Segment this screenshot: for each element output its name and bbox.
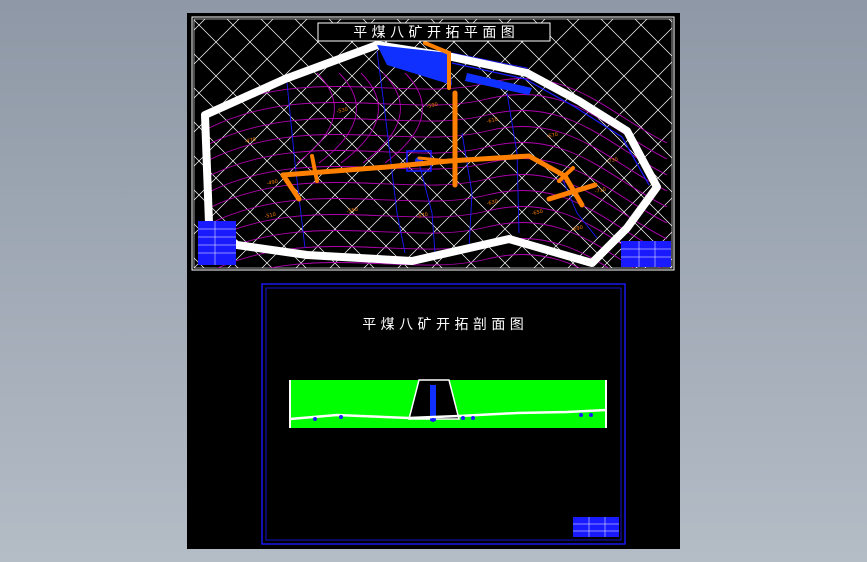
plan-view: -470-490-510-530-550-570-590-610-630-650… (191, 16, 675, 271)
plan-title-block (621, 241, 671, 267)
section-title: 平 煤 八 矿 开 拓 剖 面 图 (362, 317, 524, 333)
plan-legend-table-left (198, 221, 236, 265)
mine-drawing: -470-490-510-530-550-570-590-610-630-650… (191, 16, 675, 545)
section-title-block (573, 517, 619, 537)
plan-title: 平 煤 八 矿 开 拓 平 面 图 (353, 25, 515, 41)
section-view: 平 煤 八 矿 开 拓 剖 面 图 (261, 283, 626, 545)
main-shaft (430, 385, 436, 421)
drawing-sheet: -470 -490 -510 -530 -550 -570 -590 -610 -630 -650… (187, 13, 680, 549)
